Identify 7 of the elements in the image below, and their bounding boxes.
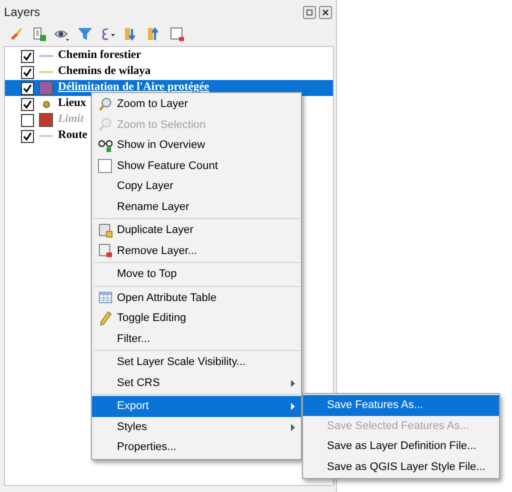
layer-name: Chemins de wilaya [58, 65, 151, 77]
layer-name: Lieux [58, 97, 86, 109]
layer-name: Délimitation de l'Aire protégée [58, 81, 210, 93]
layer-name: Chemin forestier [58, 49, 142, 61]
layer-name: Route [58, 129, 88, 141]
layer-name: Limit [58, 113, 84, 125]
panel-title: Layers [4, 5, 42, 19]
